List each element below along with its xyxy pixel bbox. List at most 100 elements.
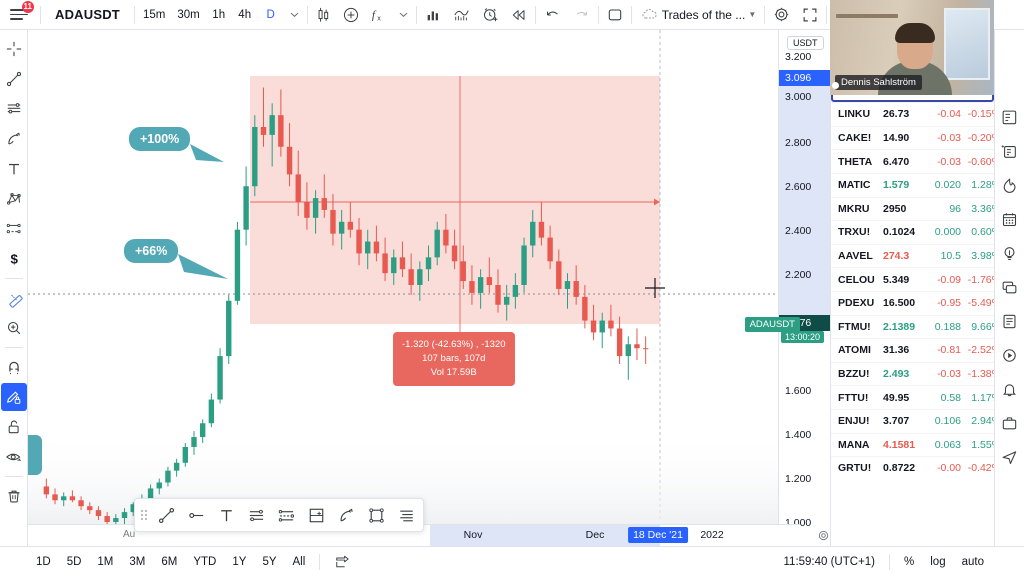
compare-add-symbol-button[interactable]: [337, 1, 365, 29]
pattern-tool[interactable]: [1, 185, 27, 213]
watchlist-row[interactable]: GRTU! 0.8722 -0.00 -0.42%: [831, 456, 994, 480]
lock-all-drawings-tool[interactable]: [1, 413, 27, 441]
undo-button[interactable]: [538, 1, 567, 29]
measure-tool[interactable]: [1, 284, 27, 312]
create-alert-button[interactable]: [476, 1, 505, 29]
watchlist-row[interactable]: MANA 4.1581 0.063 1.55%: [831, 432, 994, 457]
watchlist-row[interactable]: LINKU 26.73 -0.04 -0.15%: [831, 102, 994, 126]
prediction-tool[interactable]: [1, 215, 27, 243]
replay-panel-button[interactable]: [996, 338, 1024, 372]
range-1m[interactable]: 1M: [89, 551, 121, 573]
time-scale-settings-icon[interactable]: [817, 529, 830, 542]
watchlist-row[interactable]: ENJU! 3.707 0.106 2.94%: [831, 408, 994, 433]
publish-panel-button[interactable]: [996, 440, 1024, 474]
alerts-panel-button[interactable]: [996, 134, 1024, 168]
fib-retracement-tool[interactable]: [1, 95, 27, 123]
trend-line-tool[interactable]: [1, 65, 27, 93]
redo-button[interactable]: [567, 1, 596, 29]
hotlist-panel-button[interactable]: [996, 168, 1024, 202]
watchlist-row[interactable]: CELOU 5.349 -0.09 -1.76%: [831, 267, 994, 291]
financials-button[interactable]: [447, 1, 476, 29]
bar-replay-button[interactable]: [505, 1, 533, 29]
callout-plus-100[interactable]: +100%: [129, 127, 191, 151]
log-scale-button[interactable]: log: [922, 551, 953, 573]
timeframe-30m[interactable]: 30m: [171, 1, 205, 29]
webcam-overlay[interactable]: Dennis Sahlström: [830, 0, 994, 95]
brush-tool[interactable]: [1, 125, 27, 153]
main-menu-button[interactable]: 11: [0, 0, 38, 30]
cross-cursor-tool[interactable]: [1, 35, 27, 63]
chart-settings-button[interactable]: [767, 1, 796, 29]
percent-scale-button[interactable]: %: [896, 551, 922, 573]
floating-drawing-toolbar[interactable]: [134, 498, 424, 532]
notes-panel-button[interactable]: [996, 304, 1024, 338]
timeframe-D[interactable]: D: [258, 1, 284, 29]
broker-panel-button[interactable]: [996, 406, 1024, 440]
chat-panel-button[interactable]: [996, 270, 1024, 304]
drag-grip-icon[interactable]: [137, 506, 151, 524]
currency-chip[interactable]: USDT: [787, 36, 824, 50]
watchlist-row[interactable]: FTMU! 2.1389 0.188 9.66%: [831, 314, 994, 339]
watchlist-row[interactable]: THETA 6.470 -0.03 -0.60%: [831, 149, 994, 173]
chart-canvas-area[interactable]: +100% +66% -1.320 (-42.63%) , -1320 107 …: [28, 30, 800, 546]
watchlist-row[interactable]: FTTU! 49.95 0.58 1.17%: [831, 385, 994, 409]
chart-type-button[interactable]: [310, 1, 337, 29]
symbol-search-button[interactable]: ADAUSDT: [43, 7, 132, 22]
go-to-date-button[interactable]: [326, 551, 358, 573]
watchlist-row[interactable]: ATOMI 31.36 -0.81 -2.52%: [831, 338, 994, 362]
indicators-dropdown-button[interactable]: [393, 1, 414, 29]
ideas-panel-button[interactable]: [996, 236, 1024, 270]
plus-circle-icon: [343, 7, 358, 22]
range-5y[interactable]: 5Y: [254, 551, 284, 573]
range-ytd[interactable]: YTD: [185, 551, 224, 573]
watchlist-panel-button[interactable]: [996, 100, 1024, 134]
range-all[interactable]: All: [285, 551, 314, 573]
auto-scale-button[interactable]: auto: [954, 551, 992, 573]
timeframe-1h[interactable]: 1h: [206, 1, 232, 29]
watchlist-row[interactable]: TRXU! 0.1024 0.000 0.60%: [831, 220, 994, 244]
calendar-panel-button[interactable]: [996, 202, 1024, 236]
notifications-panel-button[interactable]: [996, 372, 1024, 406]
watchlist-row[interactable]: AAVEL 274.3 10.5 3.98%: [831, 243, 994, 268]
zoom-in-tool[interactable]: [1, 314, 27, 342]
watchlist-panel[interactable]: ICPUS41.48-0.13-0.31%XRPU!1.0450.0080.84…: [830, 30, 994, 576]
rectangle-tool[interactable]: [361, 500, 391, 530]
timeframe-15m[interactable]: 15m: [137, 1, 171, 29]
long-position-tool[interactable]: [301, 500, 331, 530]
indicators-button[interactable]: f x: [365, 1, 393, 29]
indicator-templates-button[interactable]: [419, 1, 447, 29]
watchlist-row[interactable]: MKRU 2950 96 3.36%: [831, 196, 994, 221]
pitchfork-tool[interactable]: [271, 500, 301, 530]
clock-label[interactable]: 11:59:40 (UTC+1): [776, 551, 884, 573]
text-tool[interactable]: [211, 500, 241, 530]
text-tool[interactable]: [1, 155, 27, 183]
fullscreen-button[interactable]: [796, 1, 824, 29]
magnet-tool[interactable]: [1, 353, 27, 381]
watchlist-row[interactable]: BZZU! 2.493 -0.03 -1.38%: [831, 361, 994, 386]
timeframe-4h[interactable]: 4h: [232, 1, 258, 29]
fib-retracement-tool[interactable]: [241, 500, 271, 530]
brush-tool[interactable]: [331, 500, 361, 530]
range-5d[interactable]: 5D: [59, 551, 90, 573]
horizontal-ray-tool[interactable]: [181, 500, 211, 530]
callout-plus-66[interactable]: +66%: [124, 239, 179, 263]
range-1d[interactable]: 1D: [28, 551, 59, 573]
watchlist-row[interactable]: PDEXU 16.500 -0.95 -5.49%: [831, 290, 994, 315]
watchlist-row[interactable]: CAKE! 14.90 -0.03 -0.20%: [831, 125, 994, 150]
chart-template-button[interactable]: Trades of the ... ▼: [634, 1, 763, 29]
range-6m[interactable]: 6M: [153, 551, 185, 573]
range-1y[interactable]: 1Y: [224, 551, 254, 573]
price-scale[interactable]: USDT 3.096 3.200 3.000 2.800 2.600 2.400…: [778, 30, 830, 571]
text-t-icon: [220, 509, 232, 521]
range-3m[interactable]: 3M: [121, 551, 153, 573]
price-chart[interactable]: [28, 30, 800, 546]
remove-drawings-tool[interactable]: [1, 482, 27, 510]
price-range-tool[interactable]: [391, 500, 421, 530]
layout-select-button[interactable]: [601, 1, 629, 29]
timeframe-dropdown-button[interactable]: [284, 1, 305, 29]
watchlist-row[interactable]: MATIC 1.579 0.020 1.28%: [831, 172, 994, 197]
trend-line-tool[interactable]: [151, 500, 181, 530]
drawing-mode-lock-tool[interactable]: [0, 383, 27, 411]
measure-price-tool[interactable]: $: [1, 245, 27, 273]
hide-all-drawings-tool[interactable]: [1, 443, 27, 471]
